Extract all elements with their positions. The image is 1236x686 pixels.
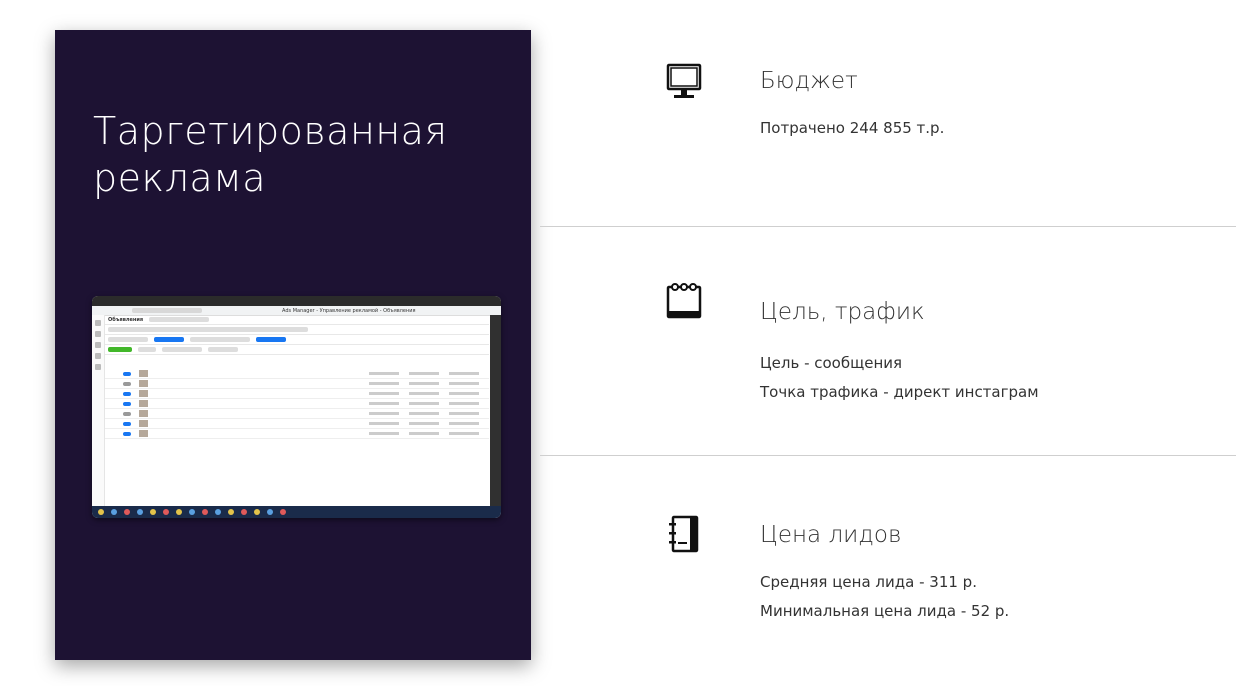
taskbar (92, 506, 501, 518)
toolbar-row (105, 345, 489, 355)
url-field (132, 308, 202, 313)
section-text: Потрачено 244 855 т.р. (760, 119, 945, 137)
budget-section: Бюджет Потрачено 244 855 т.р. (540, 0, 1236, 226)
section-text: Минимальная цена лида - 52 р. (760, 602, 1010, 620)
section-title: Цена лидов (760, 522, 902, 548)
card-title: Таргетированная реклама (93, 109, 448, 201)
section-title: Цель, трафик (760, 299, 925, 325)
campaign-tabs (105, 335, 489, 345)
section-text: Средняя цена лида - 311 р. (760, 573, 977, 591)
monitor-icon (666, 63, 702, 98)
ads-table (105, 369, 489, 439)
ads-manager-screenshot: Ads Manager - Управление рекламой - Объя… (92, 296, 501, 518)
left-rail (92, 315, 105, 506)
goal-section: Цель, трафик Цель - сообщения Точка траф… (540, 227, 1236, 455)
section-title: Бюджет (760, 68, 858, 94)
contact-book-icon (669, 515, 699, 553)
promo-card: Таргетированная реклама Ads Manager - Уп… (55, 30, 531, 660)
ads-table-area: Объявления (105, 315, 489, 506)
window-title: Ads Manager - Управление рекламой - Объя… (282, 307, 416, 314)
panel-label: Объявления (108, 316, 144, 323)
lead-price-section: Цена лидов Средняя цена лида - 311 р. Ми… (540, 456, 1236, 686)
section-text: Точка трафика - директ инстаграм (760, 383, 1039, 401)
section-text: Цель - сообщения (760, 354, 903, 372)
search-row (105, 325, 489, 335)
panel-header: Объявления (105, 315, 489, 325)
right-rail (490, 315, 501, 506)
browser-tab-bar (92, 296, 501, 306)
notepad-icon (666, 283, 702, 319)
